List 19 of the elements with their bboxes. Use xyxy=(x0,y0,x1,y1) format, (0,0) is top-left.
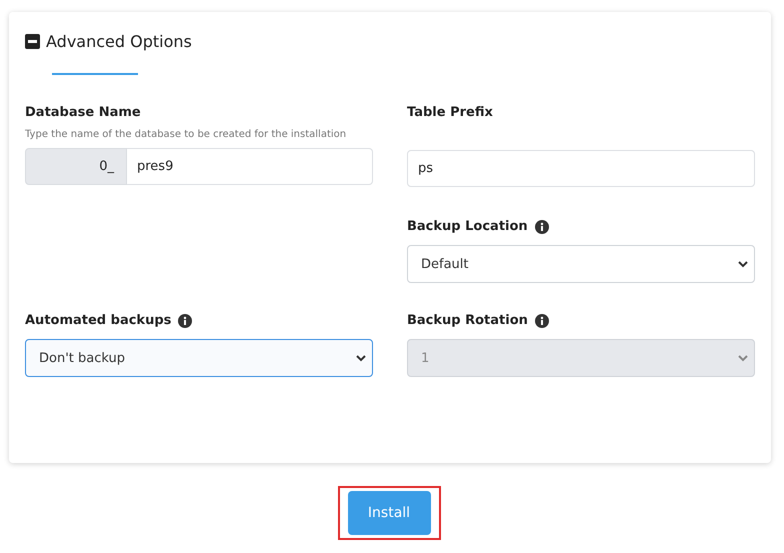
input-field[interactable]: pres9 xyxy=(127,148,373,185)
field-label: Backup Rotation xyxy=(407,313,528,328)
info-icon[interactable] xyxy=(534,314,549,328)
chevron-down-icon xyxy=(356,354,366,362)
field-label: Automated backups xyxy=(25,313,172,328)
field-label: Database Name xyxy=(25,105,142,120)
field-label: Backup Location xyxy=(407,219,528,234)
prefix-addon: 0_ xyxy=(25,148,127,185)
input-field[interactable]: ps xyxy=(407,150,755,187)
dropdown[interactable]: Default xyxy=(407,245,755,283)
panel-title: Advanced Options xyxy=(46,32,192,51)
field-label: Table Prefix xyxy=(407,105,494,120)
dropdown[interactable]: Don't backup xyxy=(25,339,373,377)
info-icon[interactable] xyxy=(534,220,549,234)
chevron-down-icon xyxy=(738,260,748,268)
collapse-icon[interactable] xyxy=(25,34,40,49)
chevron-down-icon xyxy=(738,354,748,362)
field-hint: Type the name of the database to be created for the installation xyxy=(25,129,348,140)
info-icon[interactable] xyxy=(178,314,192,328)
